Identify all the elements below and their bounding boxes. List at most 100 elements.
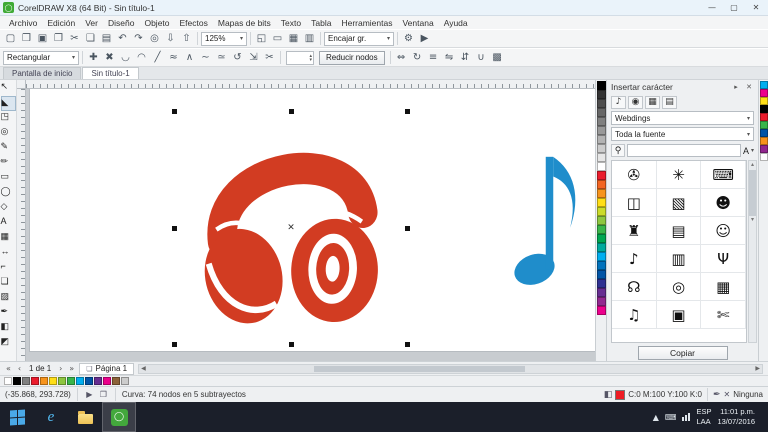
application-launcher-icon[interactable]: ▶ <box>417 31 432 46</box>
scissors-icon[interactable]: ✄ <box>701 301 746 329</box>
hidden-icons-arrow[interactable]: ▲ <box>653 413 659 422</box>
color-swatch[interactable] <box>597 153 606 162</box>
taskbar-clock[interactable]: 11:01 p.m. 13/07/2016 <box>717 407 755 427</box>
stretch-nodes-icon[interactable]: ⇔ <box>394 50 409 65</box>
reduce-nodes-button[interactable]: Reducir nodos <box>319 51 385 65</box>
zoom-level-select[interactable]: 125% ▾ <box>201 32 247 46</box>
show-guidelines-icon[interactable]: ▥ <box>302 31 317 46</box>
grid-view-icon[interactable]: ▦ <box>645 96 660 109</box>
music-note-icon[interactable]: ♪ <box>612 245 657 273</box>
cursor-status-icon[interactable]: ▶ <box>84 389 95 400</box>
connector-tool-icon[interactable]: ⌐ <box>1 261 16 276</box>
doc-tab[interactable]: Sin título-1 <box>82 67 138 79</box>
color-swatch[interactable] <box>597 270 606 279</box>
parallel-dimension-tool-icon[interactable]: ↔ <box>1 246 16 261</box>
coreldraw-taskbar-button[interactable]: ◯ <box>102 402 136 432</box>
masks-icon[interactable]: ☻ <box>701 189 746 217</box>
color-swatch[interactable] <box>597 90 606 99</box>
monitor-icon[interactable]: ◫ <box>612 189 657 217</box>
grid-block-icon[interactable]: ▤ <box>657 217 702 245</box>
menu-item[interactable]: Objeto <box>139 18 174 28</box>
rectangle-tool-icon[interactable]: ▭ <box>1 171 16 186</box>
internet-explorer-button[interactable]: e <box>34 402 68 432</box>
freehand-tool-icon[interactable]: ✎ <box>1 141 16 156</box>
color-swatch[interactable] <box>597 297 606 306</box>
reverse-direction-icon[interactable]: ↺ <box>230 50 245 65</box>
full-screen-preview-icon[interactable]: ◱ <box>254 31 269 46</box>
reflect-horizontal-icon[interactable]: ⇋ <box>442 50 457 65</box>
break-curve-icon[interactable]: ◠ <box>134 50 149 65</box>
color-swatch[interactable] <box>94 377 102 385</box>
color-swatch[interactable] <box>40 377 48 385</box>
redo-icon[interactable]: ↷ <box>131 31 146 46</box>
color-swatch[interactable] <box>597 216 606 225</box>
print-icon[interactable]: ❐ <box>51 31 66 46</box>
drawing-area[interactable]: ✕ <box>17 80 595 361</box>
node-reduction-stepper[interactable]: ▴ ▾ <box>286 51 314 65</box>
detail-view-icon[interactable]: ▤ <box>662 96 677 109</box>
menu-item[interactable]: Ventana <box>397 18 438 28</box>
prev-page-icon[interactable]: ‹ <box>14 363 25 374</box>
ruler-origin[interactable] <box>17 80 26 89</box>
character-filter-icon[interactable]: ♪ <box>611 96 626 109</box>
scrollbar-thumb[interactable] <box>314 366 526 372</box>
rotate-nodes-icon[interactable]: ↻ <box>410 50 425 65</box>
network-icon[interactable] <box>682 413 690 421</box>
show-grid-icon[interactable]: ▦ <box>286 31 301 46</box>
language-indicator[interactable]: ESP LAA <box>696 407 711 427</box>
menu-item[interactable]: Archivo <box>4 18 42 28</box>
smooth-node-icon[interactable]: ∼ <box>198 50 213 65</box>
options-gear-icon[interactable]: ⚙ <box>401 31 416 46</box>
color-swatch[interactable] <box>760 121 768 129</box>
color-swatch[interactable] <box>597 171 606 180</box>
font-select[interactable]: Webdings ▾ <box>611 111 754 125</box>
scroll-down-icon[interactable]: ▾ <box>751 216 754 224</box>
reflect-vertical-icon[interactable]: ⇵ <box>458 50 473 65</box>
color-swatch[interactable] <box>112 377 120 385</box>
symmetrical-node-icon[interactable]: ≃ <box>214 50 229 65</box>
import-icon[interactable]: ⇩ <box>163 31 178 46</box>
elastic-mode-icon[interactable]: ∪ <box>474 50 489 65</box>
ellipse-tool-icon[interactable]: ◯ <box>1 186 16 201</box>
close-button[interactable]: ✕ <box>747 1 765 14</box>
menu-item[interactable]: Efectos <box>175 18 213 28</box>
color-swatch[interactable] <box>597 117 606 126</box>
drawing-page[interactable]: ✕ <box>30 89 595 351</box>
color-swatch[interactable] <box>76 377 84 385</box>
color-swatch[interactable] <box>760 89 768 97</box>
docker-collapse-icon[interactable]: ▸ <box>731 82 741 92</box>
extend-curve-icon[interactable]: ⇲ <box>246 50 261 65</box>
zoom-tool-icon[interactable]: ◎ <box>1 126 16 141</box>
color-swatch[interactable] <box>760 97 768 105</box>
keyboard-icon[interactable]: ⌨ <box>701 161 746 189</box>
polygon-tool-icon[interactable]: ◇ <box>1 201 16 216</box>
color-swatch[interactable] <box>760 81 768 89</box>
tape-icon[interactable]: ✇ <box>612 161 657 189</box>
cd-icon[interactable]: ◎ <box>657 273 702 301</box>
scroll-left-icon[interactable]: ◀ <box>141 365 146 372</box>
magnifier-icon[interactable]: ⚲ <box>611 144 625 157</box>
frame-icon[interactable]: ▧ <box>657 189 702 217</box>
start-button[interactable] <box>0 402 34 432</box>
document-status-icon[interactable]: ❐ <box>98 389 109 400</box>
color-swatch[interactable] <box>597 288 606 297</box>
scroll-right-icon[interactable]: ▶ <box>755 365 760 372</box>
smart-fill-tool-icon[interactable]: ◩ <box>1 336 16 351</box>
join-nodes-icon[interactable]: ◡ <box>118 50 133 65</box>
last-page-icon[interactable]: » <box>66 363 77 374</box>
color-swatch[interactable] <box>597 225 606 234</box>
interactive-fill-tool-icon[interactable]: ◧ <box>1 321 16 336</box>
film-icon[interactable]: ▦ <box>701 273 746 301</box>
color-swatch[interactable] <box>121 377 129 385</box>
text-tool-icon[interactable]: A <box>1 216 16 231</box>
color-swatch[interactable] <box>597 162 606 171</box>
color-swatch[interactable] <box>597 108 606 117</box>
color-swatch[interactable] <box>597 207 606 216</box>
color-eyedropper-tool-icon[interactable]: ✒ <box>1 306 16 321</box>
clapperboard-icon[interactable]: ▣ <box>657 301 702 329</box>
paste-icon[interactable]: ▤ <box>99 31 114 46</box>
color-swatch[interactable] <box>597 81 606 90</box>
add-node-icon[interactable]: ✚ <box>86 50 101 65</box>
to-curve-icon[interactable]: ≈ <box>166 50 181 65</box>
stepper-down-icon[interactable]: ▾ <box>309 58 312 62</box>
